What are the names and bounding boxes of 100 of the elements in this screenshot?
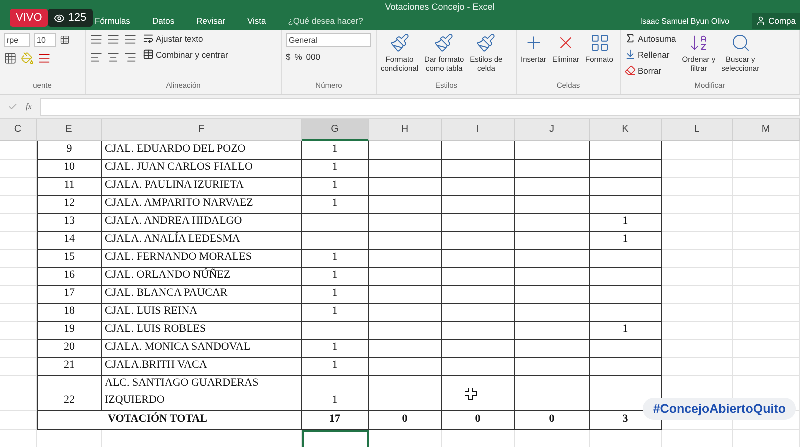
search-icon [730,33,751,53]
font-name-select[interactable]: rpe [4,33,30,47]
table-cell: 11 [37,177,102,196]
table-cell: CJALA. AMPARITO NARVAEZ [102,195,302,214]
share-button[interactable]: Compa [752,13,800,29]
grid-cell [662,159,733,178]
table-cell: 1 [302,339,369,358]
arrow-down-icon [625,49,636,60]
table-cell: 10 [37,159,102,178]
align-center-icon[interactable] [107,51,120,64]
column-header[interactable]: J [515,119,590,141]
grid-cell [733,339,800,358]
viewer-count: 125 [48,9,93,27]
table-cell [590,339,662,358]
table-cell [590,303,662,322]
column-header[interactable]: I [442,119,515,141]
ribbon-tab[interactable]: Datos [152,14,175,28]
window-title: Votaciones Concejo - Excel [385,3,495,12]
clear-button[interactable]: Borrar [625,65,676,76]
table-cell: CJAL. BLANCA PAUCAR [102,285,302,304]
align-top-icon[interactable] [90,33,103,46]
tell-me-field[interactable]: ¿Qué desea hacer? [288,16,364,26]
grid-cell [0,249,37,268]
formula-input[interactable] [40,98,800,116]
table-icon [143,49,154,60]
table-cell [590,141,662,160]
ribbon-tab[interactable]: Fórmulas [95,14,130,28]
table-cell: 9 [37,141,102,160]
table-cell [590,285,662,304]
merge-center-button[interactable]: Combinar y centrar [143,49,228,60]
column-header[interactable]: K [590,119,662,141]
table-cell: 1 [302,303,369,322]
grid-cell [662,231,733,250]
table-cell: CJALA. ANDREA HIDALGO [102,213,302,232]
column-header[interactable]: F [102,119,302,141]
font-size-select[interactable]: 10 [34,33,56,47]
table-cell: 1 [302,357,369,376]
grid-cell [0,285,37,304]
table-cell: 0 [442,411,515,430]
table-cell [302,213,369,232]
grid-cell [662,303,733,322]
ribbon-tab[interactable]: Vista [247,14,266,28]
ribbon-tab[interactable]: Revisar [196,14,226,28]
grid-cell [0,339,37,358]
align-bottom-icon[interactable] [124,33,137,46]
grid-cell [733,159,800,178]
fill-color-icon[interactable] [21,52,34,65]
table-cell: 17 [37,285,102,304]
column-header[interactable]: C [0,119,37,141]
grid-cell [0,231,37,250]
column-header[interactable]: M [733,119,800,141]
column-header[interactable]: H [369,119,442,141]
grid-cell [662,267,733,286]
grid-cell [733,141,800,160]
wrap-icon [143,33,154,44]
grid-cell [733,267,800,286]
align-middle-icon[interactable] [107,33,120,46]
number-format-select[interactable]: General [286,33,371,47]
table-cell: 1 [590,213,662,232]
column-header[interactable]: L [662,119,733,141]
grid-cell [733,195,800,214]
grid-cell [0,375,37,411]
live-badge: VIVO [10,9,48,27]
grid-cell [0,303,37,322]
align-left-icon[interactable] [90,51,103,64]
align-right-icon[interactable] [124,51,137,64]
table-cell: 16 [37,267,102,286]
grid-cell [662,213,733,232]
autosum-button[interactable]: Autosuma [625,33,676,44]
grid-cell [662,339,733,358]
borders-icon[interactable] [4,52,17,65]
table-cell: 13 [37,213,102,232]
table-cell: CJAL. FERNANDO MORALES [102,249,302,268]
table-cell: 20 [37,339,102,358]
fill-button[interactable]: Rellenar [625,49,676,60]
currency-button[interactable]: $ [286,52,291,62]
eraser-icon [625,65,636,76]
paintbrush-icon [434,33,454,53]
table-cell: 22 [37,375,102,411]
paintbrush-icon [390,33,410,53]
thousands-button[interactable]: 000 [306,52,320,62]
table-cell: 1 [590,321,662,340]
table-cell: 1 [302,141,369,160]
table-cell: 1 [302,375,369,411]
grid-cell [662,195,733,214]
insert-function-button[interactable]: fx [26,102,32,111]
column-header[interactable]: E [37,119,102,141]
grid-cell [662,177,733,196]
user-icon [756,16,766,26]
table-cell: 19 [37,321,102,340]
percent-button[interactable]: % [294,52,302,62]
wrap-text-button[interactable]: Ajustar texto [143,33,228,44]
table-cell: CJALA. MONICA SANDOVAL [102,339,302,358]
grid-cell [0,195,37,214]
active-cell[interactable] [302,430,369,447]
grid-cell [662,321,733,340]
grid-cell [733,285,800,304]
column-header[interactable]: G [302,119,369,141]
grid-cell [0,177,37,196]
paintbrush-icon [476,33,496,53]
